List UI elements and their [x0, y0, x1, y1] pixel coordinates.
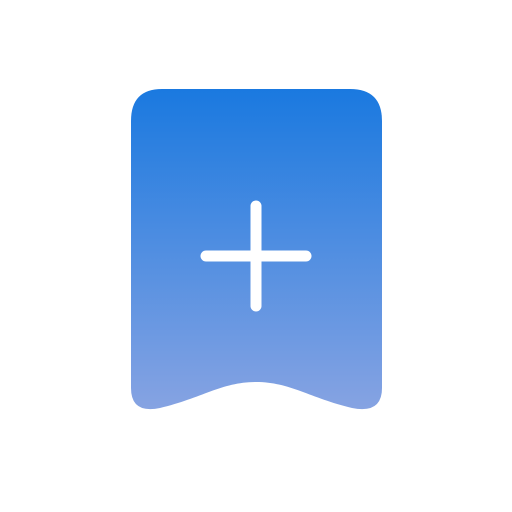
icon-canvas — [0, 0, 512, 512]
bookmark-add-icon[interactable] — [0, 0, 512, 512]
